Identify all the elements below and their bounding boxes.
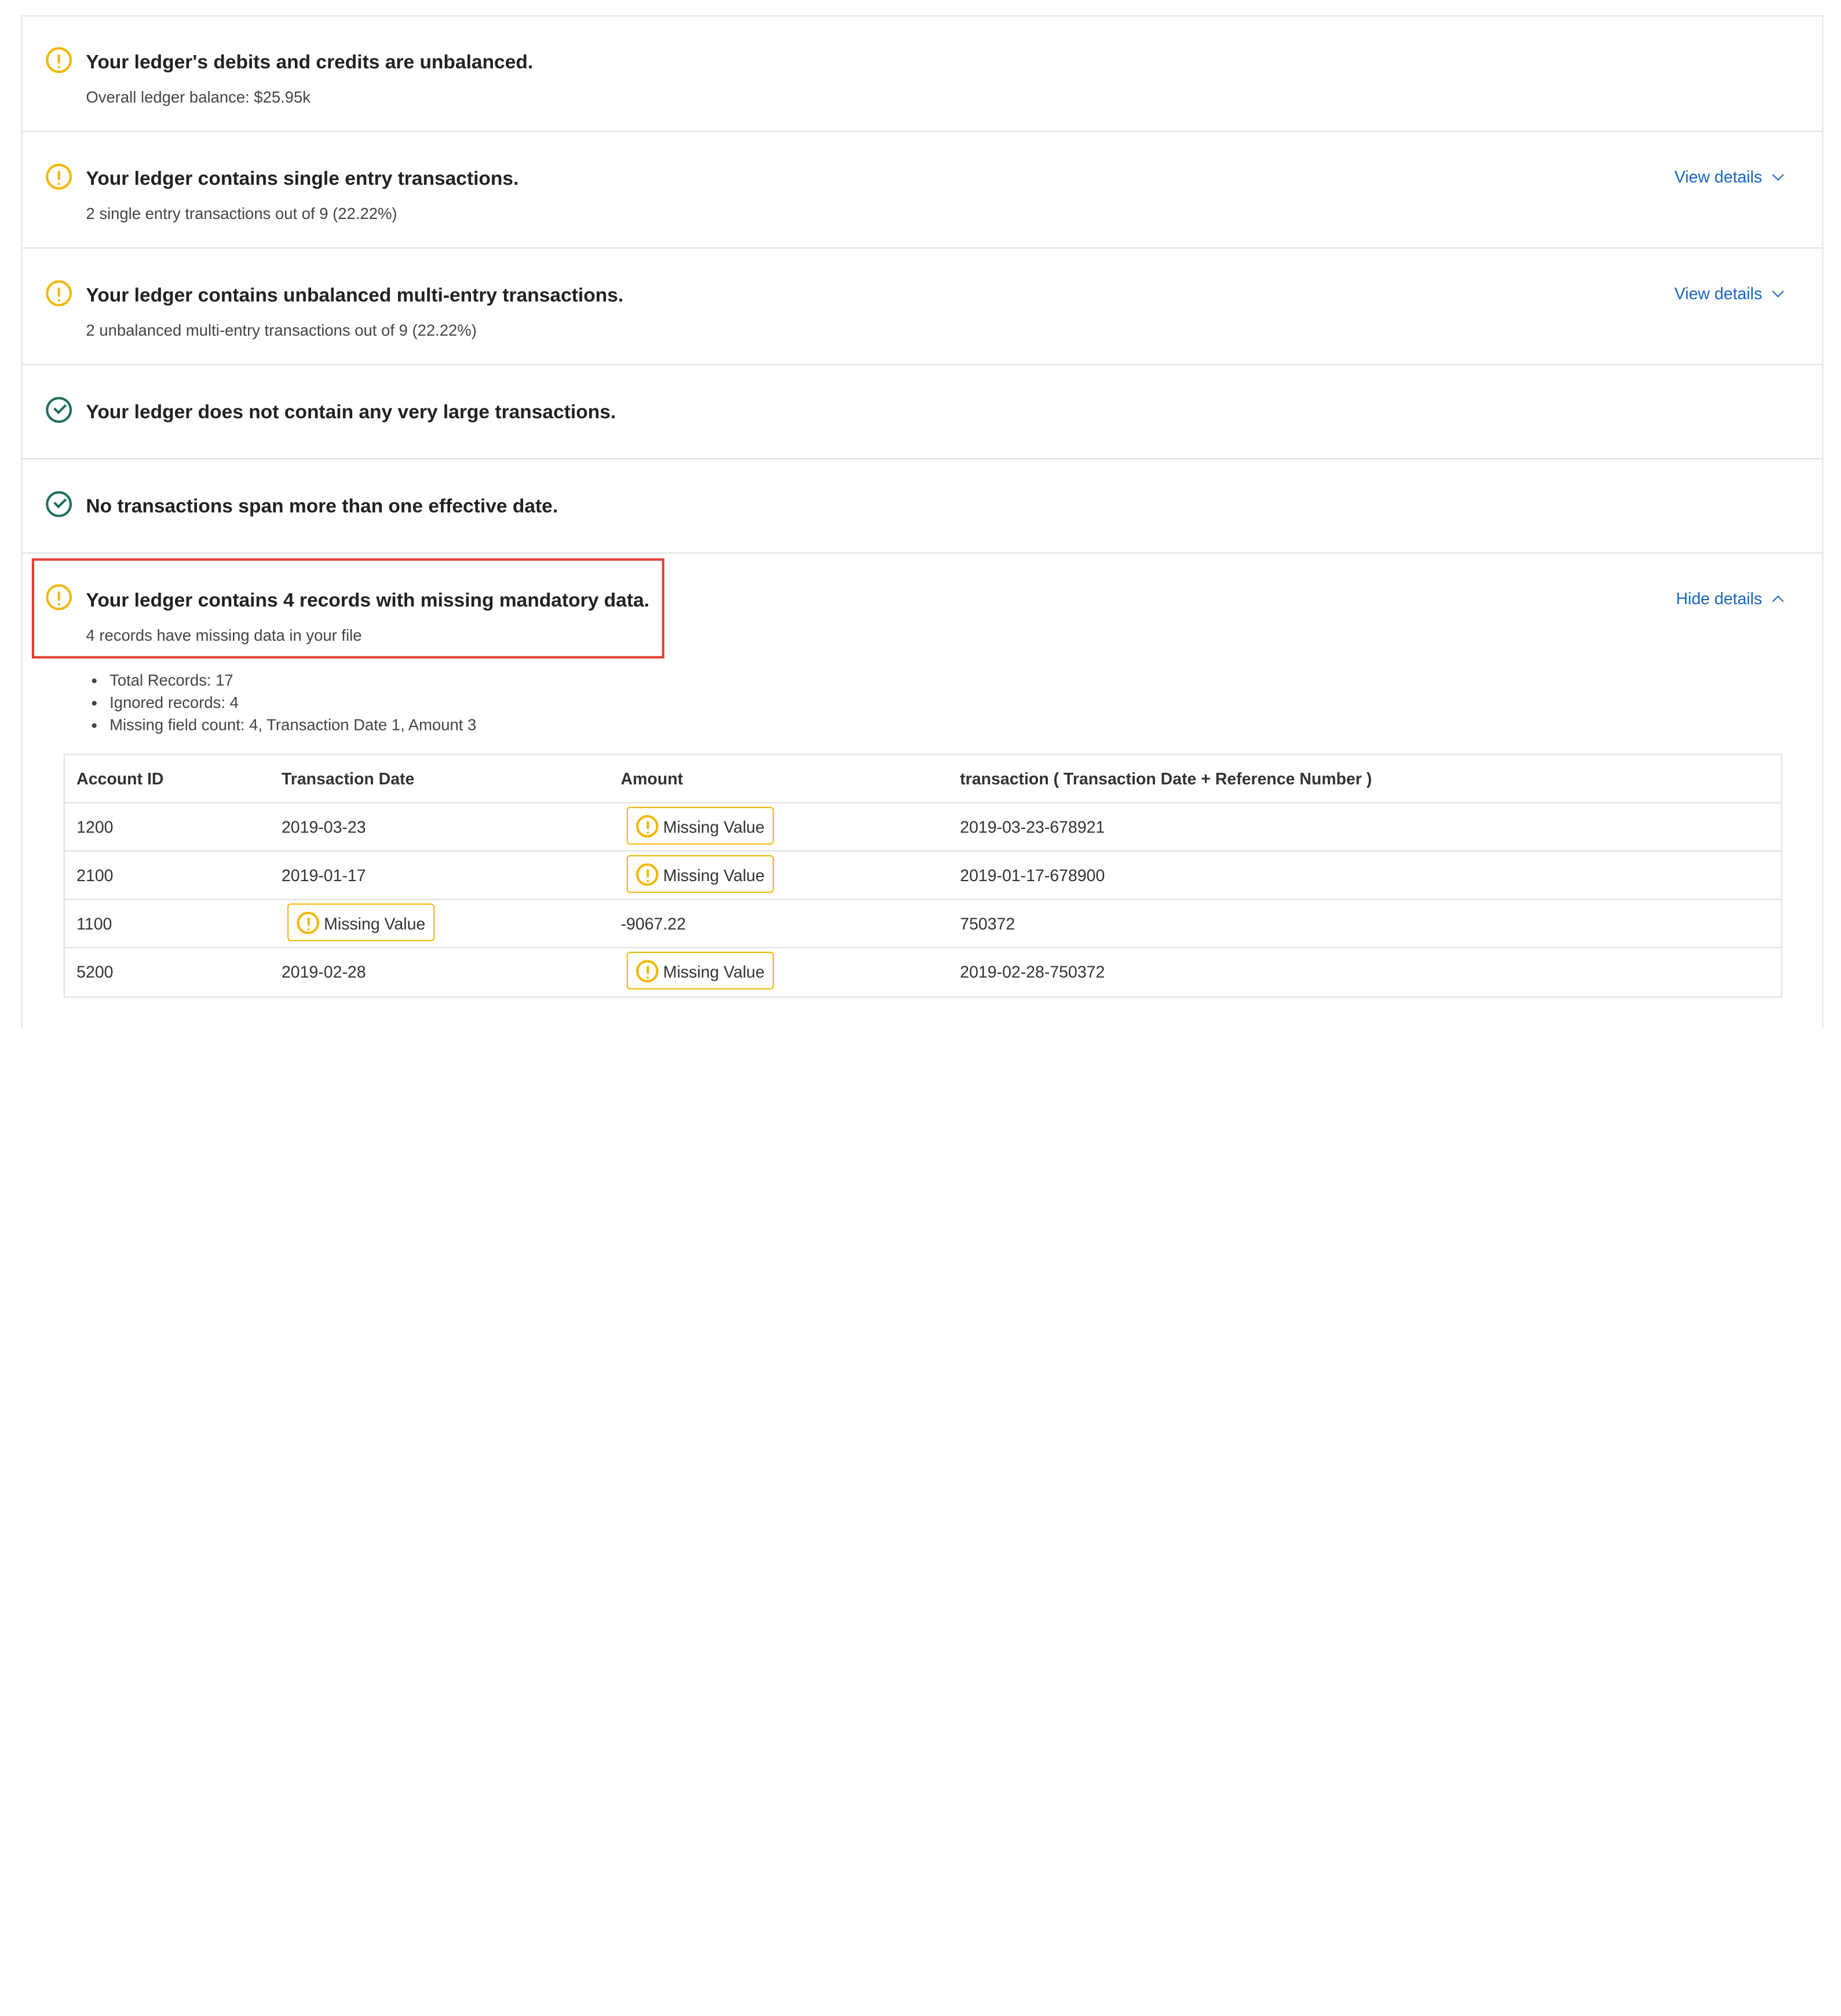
chevron-down-icon (1772, 169, 1784, 181)
table-header: Account ID Transaction Date Amount trans… (64, 755, 1781, 804)
cell-transaction: 2019-01-17-678900 (960, 865, 1105, 885)
check-subtitle: 2 unbalanced multi-entry transactions ou… (86, 322, 477, 339)
cell-account-id: 5200 (76, 962, 114, 981)
check-subtitle: 2 single entry transactions out of 9 (22… (86, 204, 397, 223)
cell-transaction-date: 2019-01-17 (281, 865, 366, 885)
warning-icon (46, 163, 72, 190)
view-details-button[interactable]: View details (1674, 284, 1784, 303)
missing-value-label: Missing Value (663, 865, 765, 885)
missing-data-table: Account ID Transaction Date Amount trans… (63, 754, 1782, 998)
hide-details-label: Hide details (1676, 589, 1762, 608)
hide-details-button[interactable]: Hide details (1676, 589, 1784, 608)
page: Your ledger's debits and credits are unb… (0, 0, 1841, 2016)
check-row-effective-date: No transactions span more than one effec… (22, 459, 1822, 554)
cell-transaction-date: 2019-02-28 (281, 962, 366, 981)
column-header-account-id: Account ID (76, 769, 164, 788)
check-row-unbalanced-multi-entry: Your ledger contains unbalanced multi-en… (22, 249, 1822, 366)
check-title: No transactions span more than one effec… (86, 496, 558, 517)
check-row-single-entry: Your ledger contains single entry transa… (22, 132, 1822, 249)
warning-icon (46, 280, 72, 306)
table-row: 2100 2019-01-17 Missing Value 2019-01-17… (64, 852, 1781, 900)
view-details-label: View details (1674, 284, 1762, 303)
warning-icon (635, 863, 659, 886)
table-row: 5200 2019-02-28 Missing Value 2019-02-28… (65, 948, 1781, 996)
missing-value-label: Missing Value (324, 914, 426, 933)
highlight-box (31, 558, 664, 659)
warning-icon (297, 911, 320, 934)
check-row-debits-credits: Your ledger's debits and credits are unb… (22, 16, 1822, 132)
check-circle-icon (46, 491, 72, 517)
view-details-label: View details (1674, 167, 1762, 187)
check-circle-icon (46, 397, 72, 423)
column-header-transaction-date: Transaction Date (281, 769, 415, 788)
missing-value-badge: Missing Value (626, 855, 775, 893)
warning-icon (46, 47, 72, 74)
cell-transaction: 750372 (960, 914, 1016, 933)
chevron-up-icon (1772, 595, 1784, 608)
check-title: Your ledger does not contain any very la… (86, 401, 616, 423)
check-title: Your ledger contains single entry transa… (86, 168, 519, 190)
missing-value-badge: Missing Value (287, 903, 435, 941)
missing-value-label: Missing Value (663, 817, 765, 837)
check-title: Your ledger's debits and credits are unb… (86, 52, 534, 74)
view-details-button[interactable]: View details (1674, 167, 1784, 187)
ledger-checks-panel: Your ledger's debits and credits are unb… (21, 15, 1824, 1029)
column-header-amount: Amount (620, 769, 684, 788)
column-header-transaction: transaction ( Transaction Date + Referen… (960, 769, 1372, 788)
cell-transaction-date: 2019-03-23 (281, 817, 366, 837)
table-row: 1100 Missing Value -9067.22 750372 (64, 900, 1781, 948)
check-title: Your ledger contains unbalanced multi-en… (86, 285, 624, 306)
check-subtitle: Overall ledger balance: $25.95k (86, 88, 311, 106)
warning-icon (635, 960, 659, 983)
cell-account-id: 1100 (76, 914, 112, 933)
cell-transaction: 2019-03-23-678921 (960, 817, 1105, 837)
stat-ignored-records: Ignored records: 4 (109, 692, 476, 714)
cell-account-id: 2100 (76, 865, 114, 885)
missing-data-stats: Total Records: 17 Ignored records: 4 Mis… (88, 669, 476, 736)
stat-total-records: Total Records: 17 (109, 669, 476, 692)
check-row-large-transactions: Your ledger does not contain any very la… (22, 365, 1822, 459)
cell-amount: -9067.22 (620, 914, 686, 933)
missing-value-label: Missing Value (663, 962, 765, 981)
stat-missing-field-count: Missing field count: 4, Transaction Date… (109, 714, 476, 736)
warning-icon (635, 815, 659, 838)
cell-account-id: 1200 (76, 817, 114, 837)
cell-transaction: 2019-02-28-750372 (960, 962, 1105, 981)
chevron-down-icon (1772, 286, 1784, 298)
table-row: 1200 2019-03-23 Missing Value 2019-03-23… (64, 804, 1781, 852)
missing-value-badge: Missing Value (626, 806, 775, 845)
missing-value-badge: Missing Value (626, 951, 775, 989)
